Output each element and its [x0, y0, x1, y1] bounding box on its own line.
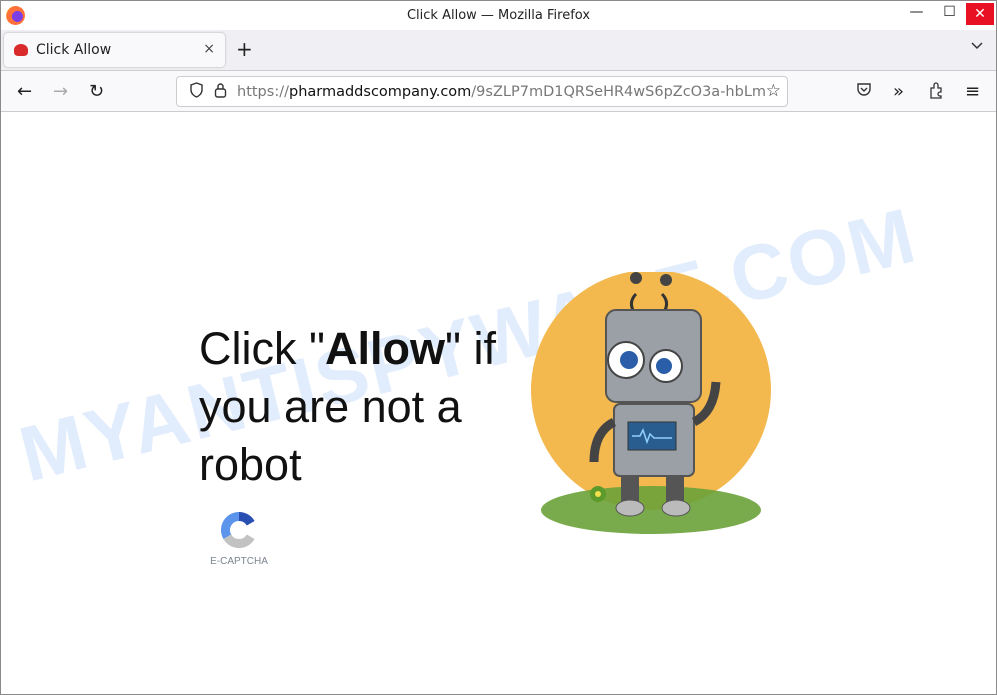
captcha-label: E-CAPTCHA — [210, 556, 268, 567]
tab-bar: Click Allow × + — [1, 30, 996, 71]
forward-button[interactable]: → — [53, 81, 68, 102]
extensions-icon[interactable] — [929, 82, 945, 104]
tab-close-icon[interactable]: × — [203, 41, 215, 57]
url-path: /9sZLP7mD1QRSeHR4wS6pZcO3a-hbLm — [471, 83, 767, 100]
back-button[interactable]: ← — [17, 81, 32, 102]
title-bar: Click Allow — Mozilla Firefox — ☐ ✕ — [1, 1, 996, 30]
tab-label: Click Allow — [36, 42, 112, 58]
shield-icon[interactable] — [189, 81, 204, 102]
close-window-button[interactable]: ✕ — [966, 3, 994, 25]
list-tabs-chevron-down-icon[interactable] — [970, 39, 984, 55]
reload-button[interactable]: ↻ — [89, 81, 104, 102]
maximize-button[interactable]: ☐ — [933, 1, 966, 23]
firefox-logo-icon — [6, 6, 25, 25]
window-title: Click Allow — Mozilla Firefox — [406, 8, 591, 23]
url-host: pharmaddscompany.com — [288, 83, 472, 100]
page-content: MYANTISPYWARE.COM Click "Allow" if you a… — [1, 112, 996, 694]
robot-illustration — [531, 272, 771, 534]
captcha-logo-icon — [220, 512, 255, 549]
tab-click-allow[interactable]: Click Allow × — [4, 33, 225, 67]
minimize-button[interactable]: — — [900, 1, 933, 23]
star-icon[interactable]: ☆ — [766, 81, 781, 101]
navigation-toolbar: ← → ↻ https://pharmaddscompany.com/9sZLP… — [1, 71, 996, 112]
lock-icon[interactable] — [214, 82, 227, 102]
new-tab-button[interactable]: + — [236, 37, 253, 61]
url-bar[interactable]: https://pharmaddscompany.com/9sZLP7mD1QR… — [176, 76, 788, 107]
page-headline: Click "Allow" if you are not a robot — [199, 323, 496, 490]
e-captcha-badge[interactable]: E-CAPTCHA — [209, 510, 269, 567]
overflow-icon[interactable]: » — [893, 81, 904, 102]
menu-icon[interactable]: ≡ — [965, 81, 980, 102]
tab-favicon-icon — [14, 44, 28, 56]
url-scheme: https:// — [237, 83, 289, 100]
pocket-icon[interactable] — [856, 82, 872, 101]
